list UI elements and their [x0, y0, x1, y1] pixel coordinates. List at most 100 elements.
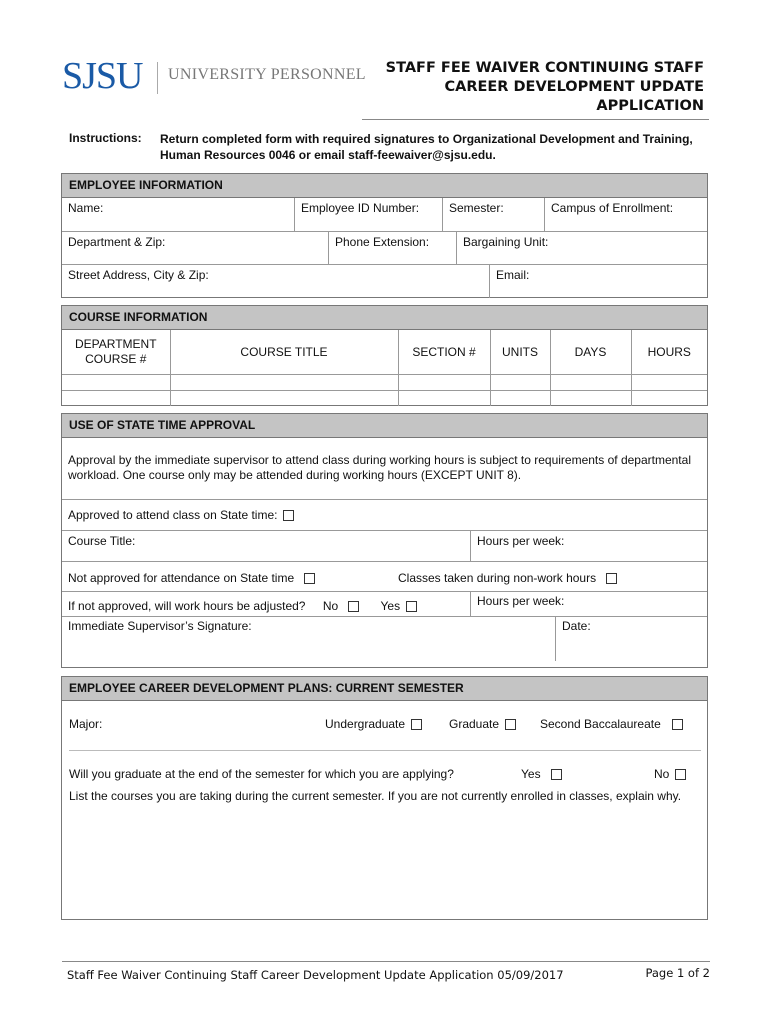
graduate-no-checkbox[interactable]	[675, 769, 687, 780]
non-work-hours-checkbox[interactable]	[606, 573, 618, 584]
graduate-label: Graduate	[449, 717, 500, 731]
hours-per-week-2-field[interactable]: Hours per week:	[470, 592, 707, 616]
column-header: HOURS	[630, 330, 707, 375]
not-approved-label: Not approved for attendance on State tim…	[68, 571, 295, 585]
employee-row-2: Department & Zip: Phone Extension: Barga…	[62, 232, 707, 265]
employee-row-1: Name: Employee ID Number: Semester: Camp…	[62, 198, 707, 232]
email-field[interactable]: Email:	[489, 265, 707, 298]
table-cell[interactable]	[62, 389, 171, 406]
approved-row: Approved to attend class on State time:	[62, 500, 707, 531]
not-approved-checkbox[interactable]	[304, 573, 316, 584]
campus-label: Campus of Enrollment:	[551, 201, 674, 215]
section-header: USE OF STATE TIME APPROVAL	[62, 414, 707, 438]
state-time-description: Approval by the immediate supervisor to …	[68, 453, 691, 482]
footer-rule	[62, 961, 710, 962]
column-header: DAYS	[549, 330, 632, 375]
table-cell[interactable]	[630, 373, 707, 391]
section-header: EMPLOYEE CAREER DEVELOPMENT PLANS: CURRE…	[62, 677, 707, 701]
supervisor-signature-field[interactable]: Immediate Supervisor’s Signature:	[62, 617, 555, 661]
graduate-no-label: No	[654, 767, 670, 781]
course-table: DEPARTMENT COURSE # COURSE TITLE SECTION…	[62, 330, 707, 406]
adjusted-no-label: No	[322, 599, 339, 613]
supervisor-signature-label: Immediate Supervisor’s Signature:	[68, 619, 252, 633]
hours-per-week-field[interactable]: Hours per week:	[470, 531, 707, 561]
instructions-text: Return completed form with required sign…	[160, 132, 693, 162]
adjusted-no-checkbox[interactable]	[348, 601, 360, 612]
table-cell[interactable]	[397, 373, 491, 391]
footer-text: Staff Fee Waiver Continuing Staff Career…	[67, 968, 564, 982]
adjusted-yes-label: Yes	[380, 599, 401, 613]
page-number: Page 1 of 2	[645, 966, 710, 980]
table-cell[interactable]	[630, 389, 707, 406]
not-approved-row: Not approved for attendance on State tim…	[62, 562, 707, 592]
university-personnel-logo: UNIVERSITY PERSONNEL	[168, 66, 366, 83]
table-cell[interactable]	[489, 373, 551, 391]
name-field[interactable]: Name:	[62, 198, 294, 231]
approved-label: Approved to attend class on State time:	[68, 508, 278, 522]
course-title-field[interactable]: Course Title:	[62, 531, 470, 561]
hours-per-week-label: Hours per week:	[477, 534, 565, 548]
adjusted-field: If not approved, will work hours be adju…	[62, 592, 470, 616]
department-field[interactable]: Department & Zip:	[62, 232, 328, 264]
form-title-line: STAFF FEE WAIVER CONTINUING STAFF	[385, 60, 704, 76]
graduate-yes-checkbox[interactable]	[550, 769, 562, 780]
approved-checkbox[interactable]	[283, 510, 295, 521]
second-bacc-label: Second Baccalaureate	[540, 717, 661, 731]
approved-field: Approved to attend class on State time:	[62, 500, 707, 530]
second-bacc-checkbox[interactable]	[671, 719, 683, 730]
adjusted-row: If not approved, will work hours be adju…	[62, 592, 707, 617]
graduate-option: Graduate	[449, 717, 517, 731]
phone-extension-field[interactable]: Phone Extension:	[328, 232, 456, 264]
employee-row-3: Street Address, City & Zip: Email:	[62, 265, 707, 298]
table-cell[interactable]	[169, 373, 399, 391]
form-title-line: APPLICATION	[596, 98, 704, 114]
signature-row: Immediate Supervisor’s Signature: Date:	[62, 617, 707, 661]
graduate-yes-label: Yes	[521, 767, 541, 781]
department-label: Department & Zip:	[68, 235, 166, 249]
bargaining-unit-label: Bargaining Unit:	[463, 235, 549, 249]
email-label: Email:	[496, 268, 530, 282]
campus-field[interactable]: Campus of Enrollment:	[544, 198, 707, 231]
address-field[interactable]: Street Address, City & Zip:	[62, 265, 489, 298]
title-rule	[362, 119, 709, 120]
form-title-line: CAREER DEVELOPMENT UPDATE	[444, 79, 704, 95]
section-header: COURSE INFORMATION	[62, 306, 707, 330]
bargaining-unit-field[interactable]: Bargaining Unit:	[456, 232, 707, 264]
career-divider	[69, 750, 701, 751]
course-title-label: Course Title:	[68, 534, 136, 548]
table-cell[interactable]	[549, 373, 632, 391]
table-row	[62, 389, 707, 406]
phone-extension-label: Phone Extension:	[335, 235, 430, 249]
state-time-section: USE OF STATE TIME APPROVAL Approval by t…	[61, 413, 708, 668]
graduate-no-option: No	[654, 767, 687, 781]
course-header-row: DEPARTMENT COURSE # COURSE TITLE SECTION…	[62, 330, 707, 375]
graduate-question: Will you graduate at the end of the seme…	[69, 767, 454, 781]
section-header: EMPLOYEE INFORMATION	[62, 174, 707, 198]
table-cell[interactable]	[549, 389, 632, 406]
undergraduate-label: Undergraduate	[325, 717, 406, 731]
employee-id-field[interactable]: Employee ID Number:	[294, 198, 442, 231]
semester-field[interactable]: Semester:	[442, 198, 544, 231]
adjusted-yes-checkbox[interactable]	[406, 601, 418, 612]
non-work-hours-field: Classes taken during non-work hours	[392, 562, 707, 591]
table-cell[interactable]	[489, 389, 551, 406]
hours-per-week-2-label: Hours per week:	[477, 594, 565, 608]
logo-divider	[157, 62, 158, 94]
column-header: UNITS	[489, 330, 551, 375]
graduate-checkbox[interactable]	[505, 719, 517, 730]
table-cell[interactable]	[62, 373, 171, 391]
form-title: STAFF FEE WAIVER CONTINUING STAFF CAREER…	[386, 59, 704, 116]
major-label: Major:	[69, 717, 103, 731]
date-label: Date:	[562, 619, 591, 633]
table-cell[interactable]	[169, 389, 399, 406]
column-header: COURSE TITLE	[169, 330, 399, 375]
date-field[interactable]: Date:	[555, 617, 707, 661]
table-cell[interactable]	[397, 389, 491, 406]
adjusted-question: If not approved, will work hours be adju…	[68, 599, 306, 613]
list-courses-area[interactable]	[62, 821, 707, 921]
employee-id-label: Employee ID Number:	[301, 201, 420, 215]
undergraduate-checkbox[interactable]	[411, 719, 423, 730]
name-label: Name:	[68, 201, 104, 215]
second-bacc-option: Second Baccalaureate	[540, 717, 683, 731]
non-work-hours-label: Classes taken during non-work hours	[398, 571, 597, 585]
